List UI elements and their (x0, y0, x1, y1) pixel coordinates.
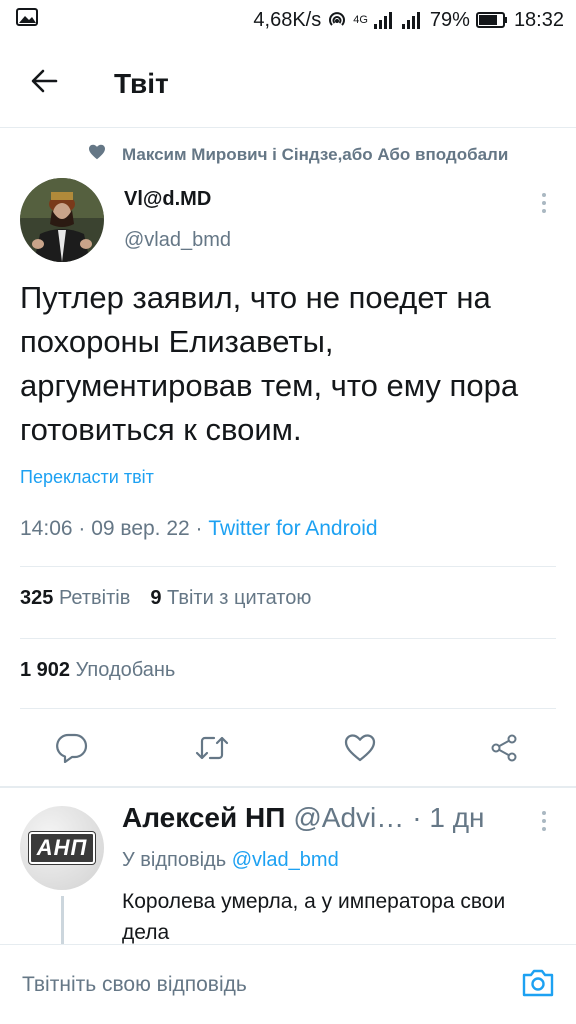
reply-text: Королева умерла, а у императора свои дел… (122, 890, 506, 944)
retweet-button[interactable] (190, 728, 234, 772)
tweet-timestamp: 14:06 · 09 вер. 22 · (20, 517, 209, 540)
battery-level: 79% (429, 8, 470, 31)
tweet-text: Путлер заявил, что не поедет на похороны… (20, 280, 519, 447)
liked-by-line[interactable]: Максим Мирович і Сіндзе,або Або вподобал… (88, 144, 576, 165)
clock: 18:32 (513, 8, 564, 31)
quotes-count: 9 (150, 587, 162, 609)
hotspot-icon (327, 10, 347, 30)
author-name[interactable]: Vl@d.MD (124, 188, 211, 211)
section-divider (0, 786, 576, 788)
retweets-stat[interactable]: 325 Ретвітів (20, 587, 130, 610)
app-header: Твіт (0, 40, 576, 128)
author-avatar[interactable] (20, 178, 104, 262)
compose-bar: Твітніть свою відповідь (0, 944, 576, 1024)
reply-to-line: У відповідь @vlad_bmd (122, 849, 339, 872)
divider (20, 638, 556, 639)
quotes-label: Твіти з цитатою (167, 587, 312, 609)
share-icon (489, 733, 519, 768)
arrow-left-icon (29, 66, 59, 101)
reply-time: · 1 дн (412, 802, 485, 833)
like-button[interactable] (338, 728, 382, 772)
reply-header: Алексей НП @Advi… · 1 дн (122, 802, 532, 834)
image-notification-icon (16, 8, 38, 32)
heart-icon (344, 733, 376, 768)
tweet-actions (0, 718, 576, 782)
battery-icon (475, 11, 508, 29)
network-speed: 4,68K/s (253, 8, 322, 31)
status-bar: 4,68K/s 4G 79% 18:32 (0, 0, 576, 40)
reply-more-options-button[interactable] (534, 806, 554, 836)
signal-icon-2 (401, 11, 424, 29)
share-button[interactable] (482, 728, 526, 772)
comment-icon (56, 733, 88, 768)
liked-by-text: Максим Мирович і Сіндзе,або Або вподобал… (122, 144, 509, 164)
divider (20, 708, 556, 709)
heart-filled-icon (88, 144, 106, 165)
retweets-label: Ретвітів (58, 587, 131, 609)
thread-line (61, 896, 64, 944)
divider (20, 566, 556, 567)
camera-button[interactable] (518, 965, 558, 1005)
reply-author-avatar[interactable]: АНП (20, 806, 104, 890)
reply-compose-input[interactable]: Твітніть свою відповідь (22, 960, 482, 1010)
page-title: Твіт (114, 67, 169, 99)
tweet-meta: 14:06 · 09 вер. 22 · Twitter for Android (20, 517, 378, 541)
stats-row: 325 Ретвітів 9 Твіти з цитатою (20, 587, 311, 610)
likes-label: Уподобань (75, 659, 176, 681)
quotes-stat[interactable]: 9 Твіти з цитатою (150, 587, 311, 610)
reply-button[interactable] (50, 728, 94, 772)
more-dots-icon (542, 811, 546, 815)
retweets-count: 325 (20, 587, 54, 609)
translate-tweet-link[interactable]: Перекласти твіт (20, 467, 154, 488)
reply-author-handle[interactable]: @Advi… (293, 802, 404, 834)
more-dots-icon (542, 193, 546, 197)
back-button[interactable] (18, 58, 70, 110)
likes-stat[interactable]: 1 902 Уподобань (20, 659, 175, 682)
author-handle[interactable]: @vlad_bmd (124, 229, 231, 252)
reply-author-name[interactable]: Алексей НП (122, 802, 285, 834)
reply-to-label: У відповідь (122, 849, 227, 871)
reply-to-handle[interactable]: @vlad_bmd (232, 849, 339, 871)
likes-count: 1 902 (20, 659, 71, 681)
reply-avatar-logo: АНП (28, 832, 96, 864)
camera-icon (521, 968, 555, 1003)
retweet-icon (195, 734, 229, 767)
signal-icon (373, 11, 396, 29)
more-options-button[interactable] (534, 188, 554, 218)
tweet-source-link[interactable]: Twitter for Android (208, 517, 377, 540)
network-type: 4G (353, 14, 368, 26)
